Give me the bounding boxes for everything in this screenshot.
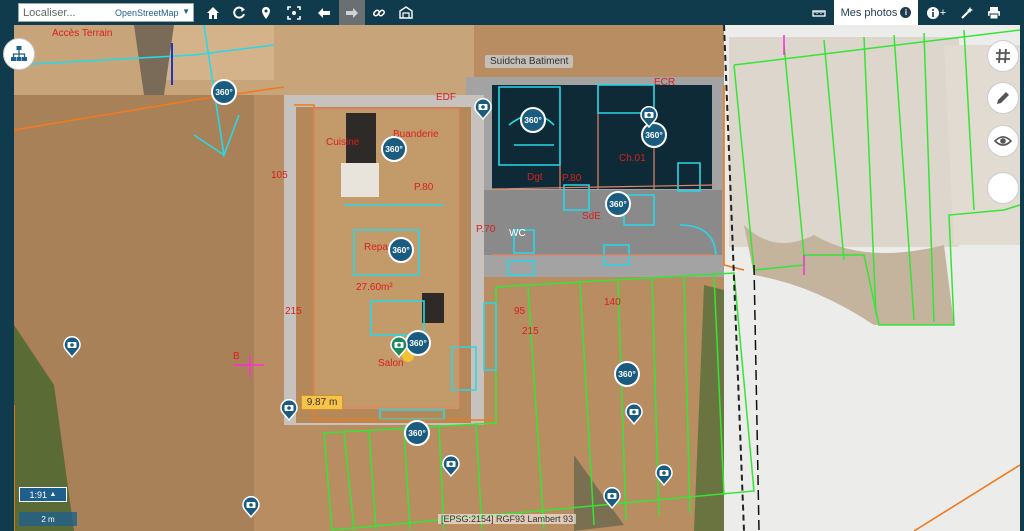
label-ch01: Ch.01	[619, 153, 646, 164]
left-frame	[0, 25, 14, 531]
visibility-button[interactable]	[987, 125, 1019, 157]
camera-marker-icon[interactable]	[442, 455, 460, 477]
zoom-extent-button[interactable]	[281, 0, 307, 25]
camera-marker-icon[interactable]	[655, 464, 673, 486]
label-salon: Salon	[378, 358, 404, 369]
label-surface: 27.60m²	[356, 282, 393, 293]
eye-icon	[994, 136, 1012, 146]
chevron-down-icon[interactable]: ▼	[182, 7, 190, 16]
magic-tool-button[interactable]	[954, 0, 980, 25]
refresh-icon	[233, 6, 245, 18]
top-toolbar: OpenStreetMap ▼ Mes photos i +	[0, 0, 1024, 25]
home-button[interactable]	[200, 0, 226, 25]
link-button[interactable]	[366, 0, 392, 25]
label-140: 140	[604, 297, 621, 308]
scale-ratio-label: 1:91	[29, 489, 48, 500]
label-acces-terrain: Accès Terrain	[52, 28, 113, 39]
distance-measure-label: 9.87 m	[301, 395, 343, 410]
label-95: 95	[514, 306, 526, 317]
map-3d-icon	[399, 5, 413, 19]
print-button[interactable]	[981, 0, 1007, 25]
panorama-360-marker[interactable]: 360°	[388, 237, 414, 263]
coordinate-system-label: [EPSG:2154] RGF93 Lambert 93	[438, 514, 577, 524]
label-p70: P.70	[476, 224, 496, 235]
label-cuisine: Cuisine	[326, 137, 360, 148]
panorama-360-marker[interactable]: 360°	[405, 330, 431, 356]
camera-marker-icon[interactable]	[640, 106, 658, 128]
label-215-b: 215	[522, 326, 539, 337]
3d-view-button[interactable]	[393, 0, 419, 25]
edit-button[interactable]	[987, 82, 1019, 114]
measure-tool-button[interactable]	[806, 0, 832, 25]
pencil-icon	[997, 92, 1009, 104]
camera-marker-icon[interactable]	[625, 403, 643, 425]
building-tooltip: Suidcha Batiment	[485, 55, 574, 68]
printer-icon	[988, 6, 1000, 19]
camera-marker-icon[interactable]	[390, 336, 408, 358]
label-215-a: 215	[285, 306, 302, 317]
panorama-360-marker[interactable]: 360°	[381, 136, 407, 162]
label-b: B	[233, 351, 240, 362]
info-icon: i	[900, 7, 912, 18]
camera-marker-icon[interactable]	[474, 98, 492, 120]
extent-icon	[287, 5, 301, 20]
scale-bar: 2 m	[19, 512, 77, 526]
label-p80-b: P.80	[562, 173, 582, 184]
label-wc: WC	[509, 228, 526, 239]
refresh-button[interactable]	[226, 0, 252, 25]
map-marker-icon	[262, 6, 270, 19]
empty-tool-button[interactable]	[987, 172, 1019, 204]
camera-marker-icon[interactable]	[603, 487, 621, 509]
magic-wand-icon	[961, 6, 973, 19]
right-frame	[1020, 25, 1024, 531]
label-edf: EDF	[436, 92, 456, 103]
locate-button[interactable]	[253, 0, 279, 25]
arrow-right-icon	[346, 7, 358, 18]
locate-search-box[interactable]: OpenStreetMap ▼	[18, 3, 194, 22]
panorama-360-marker[interactable]: 360°	[404, 420, 430, 446]
camera-marker-icon[interactable]	[63, 336, 81, 358]
hashtag-icon	[996, 48, 1010, 64]
panorama-360-marker[interactable]: 360°	[211, 79, 237, 105]
camera-marker-icon[interactable]	[242, 496, 260, 518]
scale-ratio-selector[interactable]: 1:91 ▲	[19, 487, 67, 502]
label-105: 105	[271, 170, 288, 181]
layers-tree-button[interactable]	[3, 38, 35, 70]
my-photos-tab[interactable]: Mes photos i	[834, 0, 918, 25]
caret-up-icon: ▲	[49, 491, 57, 498]
map-provider-selector[interactable]: OpenStreetMap	[115, 8, 179, 18]
back-button[interactable]	[311, 0, 337, 25]
plus-label: +	[939, 6, 947, 19]
panorama-360-marker[interactable]: 360°	[605, 191, 631, 217]
search-input[interactable]	[19, 6, 107, 19]
panorama-360-marker[interactable]: 360°	[520, 107, 546, 133]
forward-button[interactable]	[339, 0, 365, 25]
label-ecr: ECR	[654, 77, 676, 88]
home-icon	[207, 6, 219, 19]
label-sde: SdE	[582, 211, 601, 222]
sitemap-icon	[11, 46, 27, 61]
info-add-button[interactable]: +	[922, 0, 950, 25]
link-icon	[373, 9, 385, 16]
arrow-left-icon	[318, 7, 330, 18]
grid-tool-button[interactable]	[987, 40, 1019, 72]
label-p80-a: P.80	[414, 182, 434, 193]
info-circle-icon	[926, 6, 939, 19]
my-photos-label: Mes photos	[840, 6, 898, 19]
panorama-360-marker[interactable]: 360°	[614, 361, 640, 387]
label-dgt: Dgt	[527, 172, 543, 183]
map-canvas[interactable]: Accès Terrain EDF Cuisine Buanderie P.80…	[14, 25, 1020, 531]
camera-marker-icon[interactable]	[280, 399, 298, 421]
aerial-plan-layer	[14, 25, 1020, 531]
ruler-icon	[812, 9, 826, 17]
